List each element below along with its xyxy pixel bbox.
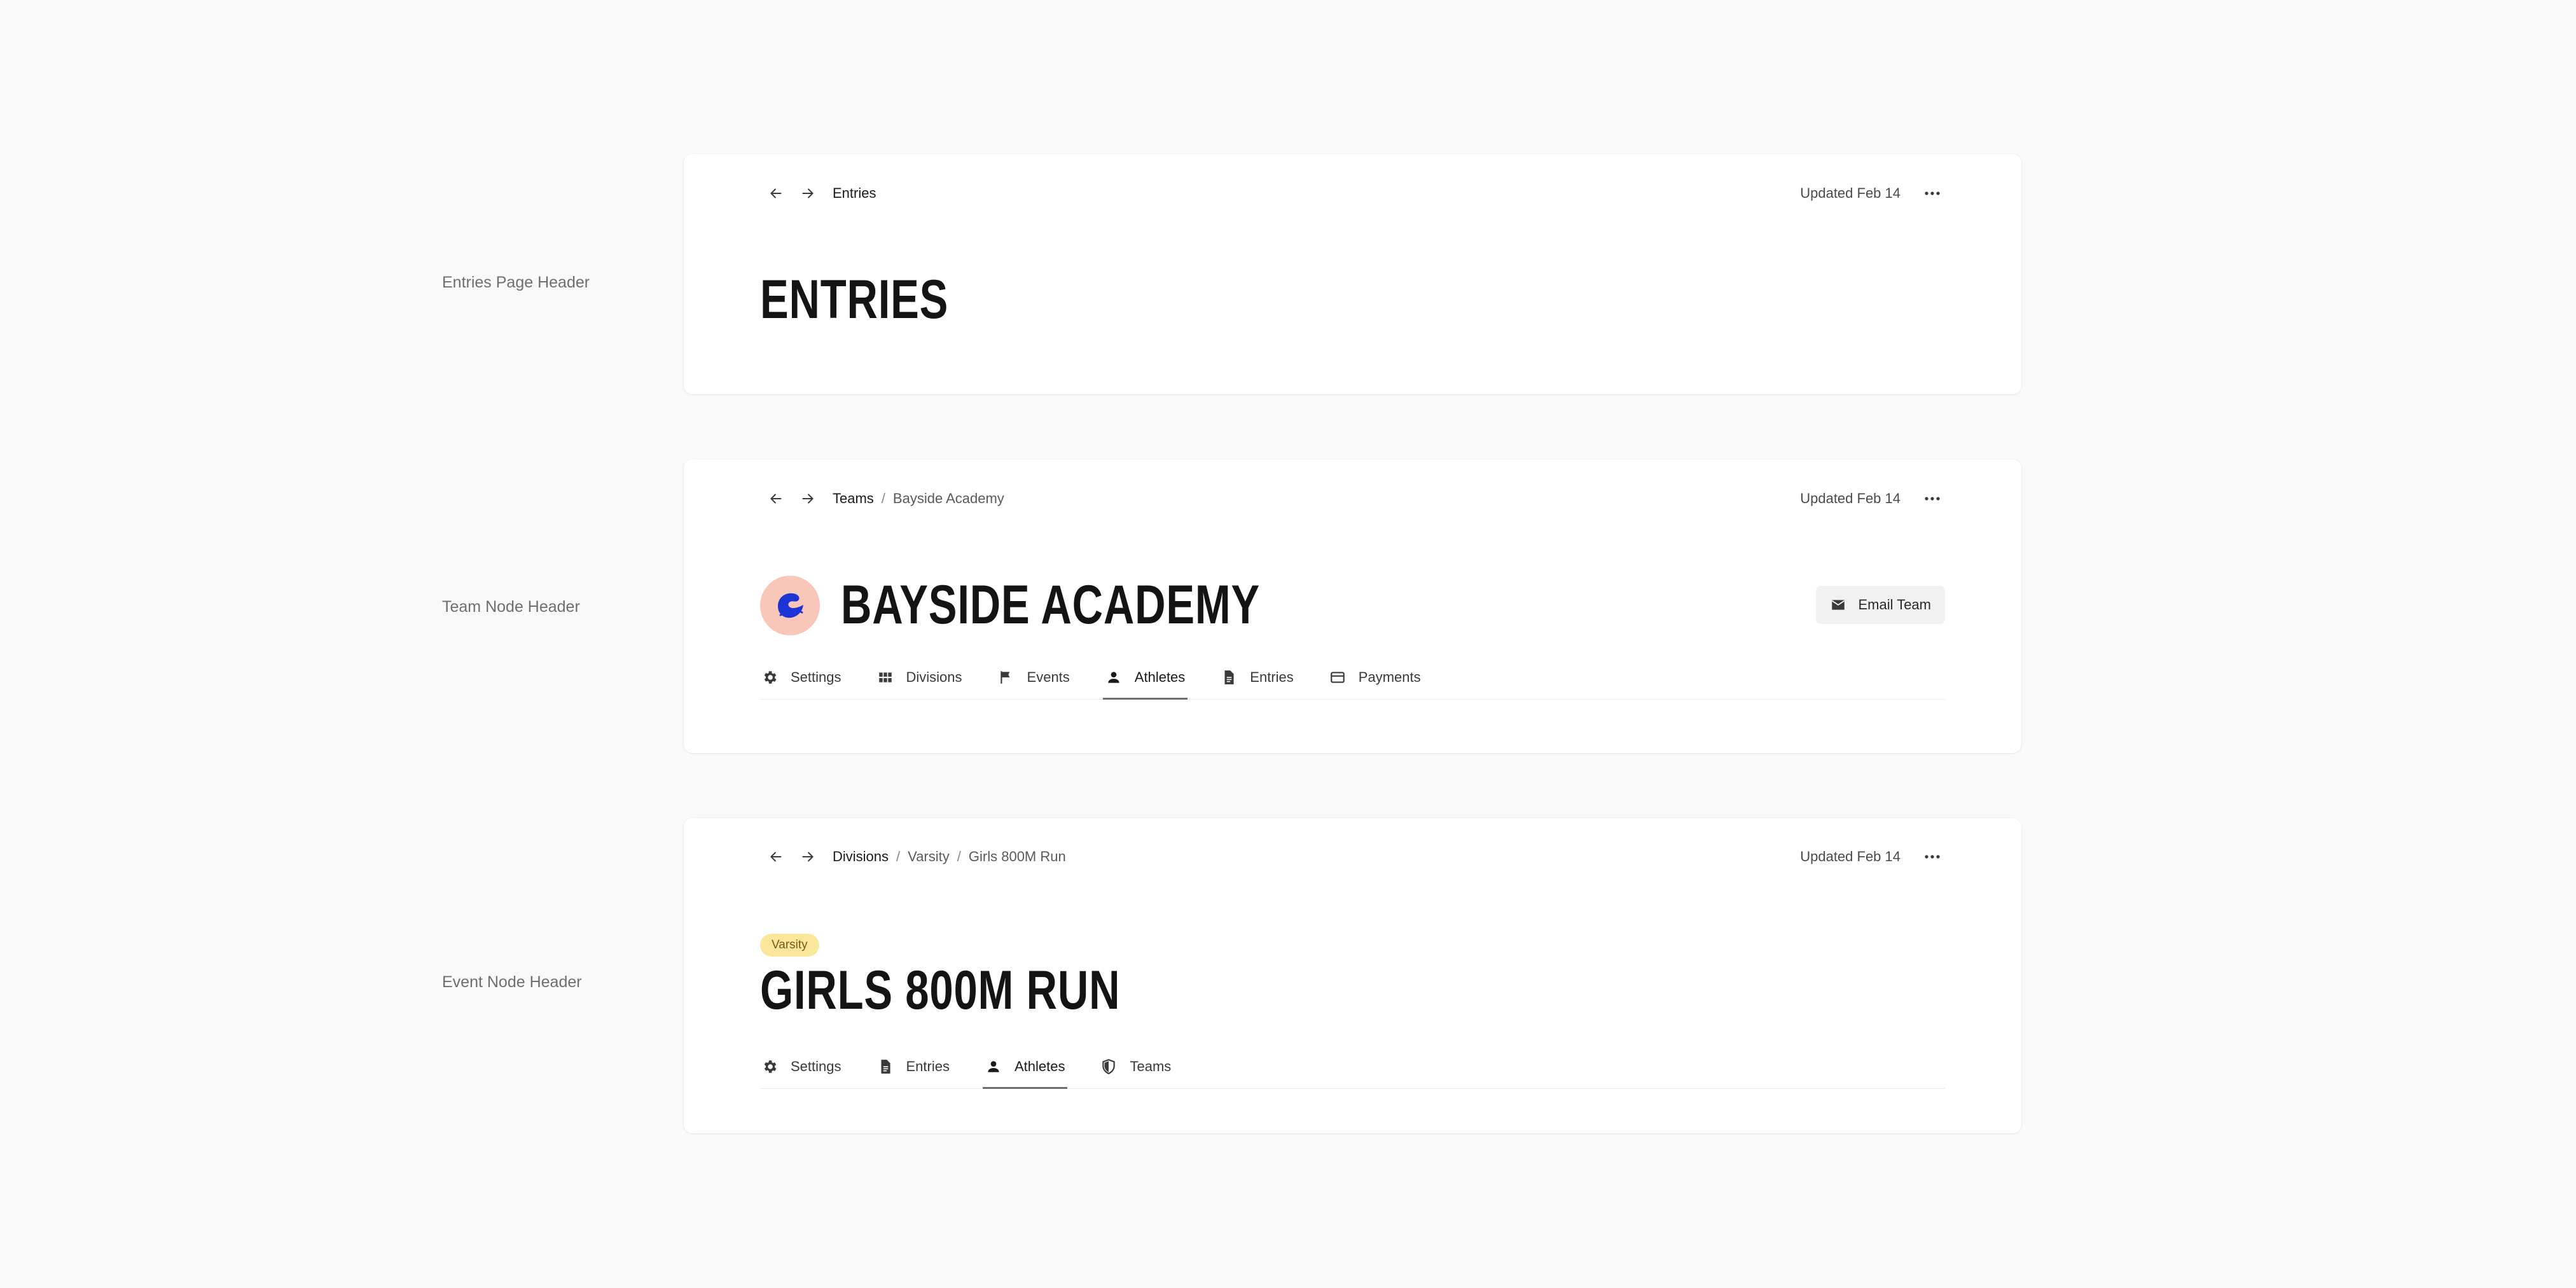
team-node-header-card: Teams / Bayside Academy Updated Feb 14 B…: [684, 459, 2021, 753]
tab-entries[interactable]: Entries: [876, 1045, 951, 1088]
forward-button[interactable]: [792, 841, 824, 873]
breadcrumb: Divisions / Varsity / Girls 800M Run: [833, 848, 1066, 865]
arrow-left-icon: [770, 494, 782, 504]
updated-timestamp: Updated Feb 14: [1800, 848, 1901, 864]
forward-button[interactable]: [792, 483, 824, 515]
tab-athletes[interactable]: Athletes: [1102, 656, 1188, 700]
tab-events[interactable]: Events: [997, 656, 1071, 699]
event-tabs: Settings Entries Athletes Teams: [760, 1045, 1945, 1089]
tab-teams[interactable]: Teams: [1099, 1045, 1172, 1088]
tab-label: Divisions: [906, 669, 962, 685]
arrow-right-icon: [802, 494, 814, 504]
email-team-button[interactable]: Email Team: [1816, 586, 1945, 624]
credit-card-icon: [1330, 672, 1345, 683]
person-icon: [1108, 672, 1119, 683]
tab-settings[interactable]: Settings: [760, 1045, 843, 1088]
team-title: BAYSIDE ACADEMY: [841, 574, 1261, 635]
tab-label: Events: [1027, 669, 1070, 685]
grid-icon: [878, 672, 892, 682]
more-options-button[interactable]: [1920, 844, 1945, 869]
updated-timestamp: Updated Feb 14: [1800, 185, 1901, 201]
document-icon: [881, 1060, 890, 1074]
breadcrumb-separator: /: [896, 848, 901, 864]
arrow-left-icon: [770, 852, 782, 862]
more-horizontal-icon: [1925, 497, 1940, 501]
breadcrumb: Teams / Bayside Academy: [833, 490, 1004, 507]
division-badge: Varsity: [760, 934, 819, 957]
team-tabs: Settings Divisions Events Athletes Entri…: [760, 656, 1945, 700]
header-topbar: Entries Updated Feb 14: [760, 177, 1945, 209]
tab-label: Teams: [1130, 1058, 1172, 1074]
tab-settings[interactable]: Settings: [760, 656, 843, 699]
tab-label: Athletes: [1014, 1058, 1065, 1074]
gear-icon: [764, 1060, 777, 1073]
breadcrumb-separator: /: [957, 848, 961, 864]
tab-entries[interactable]: Entries: [1219, 656, 1294, 699]
back-button[interactable]: [760, 177, 792, 209]
flag-icon: [1000, 671, 1009, 684]
tab-label: Entries: [1250, 669, 1294, 685]
page-title: ENTRIES: [760, 269, 949, 330]
more-options-button[interactable]: [1920, 181, 1945, 206]
tab-label: Settings: [791, 1058, 841, 1074]
tab-payments[interactable]: Payments: [1328, 656, 1422, 699]
shield-icon: [1102, 1059, 1116, 1075]
email-team-label: Email Team: [1858, 597, 1931, 613]
wave-logo-icon: [778, 593, 803, 618]
back-button[interactable]: [760, 841, 792, 873]
breadcrumb-item-girls-800m-run[interactable]: Girls 800M Run: [969, 848, 1066, 865]
mail-icon: [1832, 600, 1845, 610]
more-horizontal-icon: [1925, 191, 1940, 195]
tab-label: Payments: [1358, 669, 1421, 685]
tab-divisions[interactable]: Divisions: [876, 656, 964, 699]
gear-icon: [764, 671, 777, 684]
person-icon: [988, 1061, 999, 1072]
arrow-right-icon: [802, 188, 814, 198]
tab-label: Entries: [906, 1058, 950, 1074]
arrow-right-icon: [802, 852, 814, 862]
tab-label: Settings: [791, 669, 841, 685]
breadcrumb-item-entries[interactable]: Entries: [833, 185, 876, 202]
row-label-entries: Entries Page Header: [442, 274, 590, 291]
updated-timestamp: Updated Feb 14: [1800, 490, 1901, 506]
document-icon: [1224, 670, 1234, 684]
forward-button[interactable]: [792, 177, 824, 209]
breadcrumb-separator: /: [881, 490, 885, 506]
more-options-button[interactable]: [1920, 486, 1945, 511]
breadcrumb: Entries: [833, 185, 876, 202]
event-title: GIRLS 800M RUN: [760, 960, 1121, 1021]
row-label-team: Team Node Header: [442, 598, 580, 616]
entries-page-header-card: Entries Updated Feb 14 ENTRIES: [684, 154, 2021, 394]
tab-label: Athletes: [1134, 669, 1186, 685]
event-node-header-card: Divisions / Varsity / Girls 800M Run Upd…: [684, 818, 2021, 1133]
back-button[interactable]: [760, 483, 792, 515]
breadcrumb-item-divisions[interactable]: Divisions: [833, 848, 889, 865]
header-topbar: Divisions / Varsity / Girls 800M Run Upd…: [760, 841, 1945, 873]
arrow-left-icon: [770, 188, 782, 198]
team-logo-avatar: [760, 576, 820, 635]
breadcrumb-item-varsity[interactable]: Varsity: [908, 848, 950, 865]
header-topbar: Teams / Bayside Academy Updated Feb 14: [760, 483, 1945, 515]
breadcrumb-item-bayside-academy[interactable]: Bayside Academy: [893, 490, 1004, 507]
row-label-event: Event Node Header: [442, 973, 582, 991]
tab-athletes[interactable]: Athletes: [982, 1045, 1067, 1089]
more-horizontal-icon: [1925, 855, 1940, 859]
breadcrumb-item-teams[interactable]: Teams: [833, 490, 874, 507]
